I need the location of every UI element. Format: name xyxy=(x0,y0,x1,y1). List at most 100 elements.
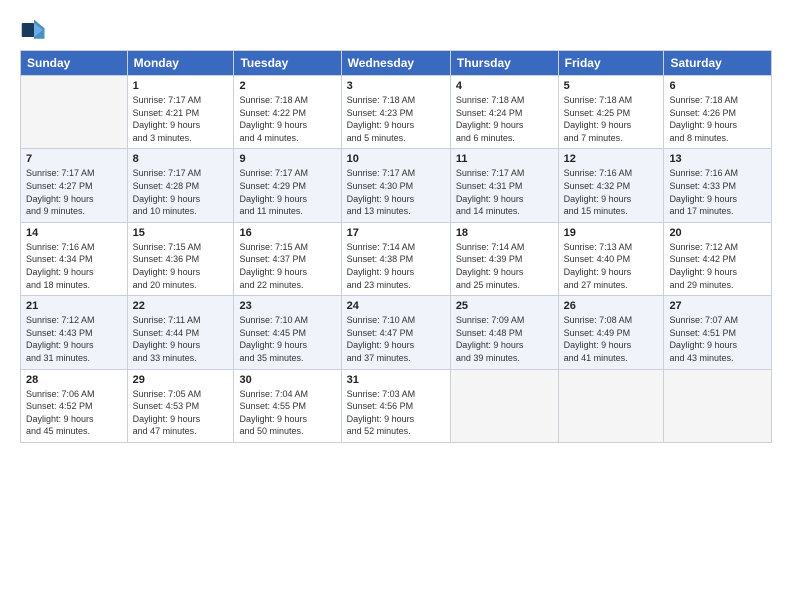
day-number: 25 xyxy=(456,300,553,312)
day-number: 19 xyxy=(564,227,659,239)
header-day: Saturday xyxy=(664,51,772,76)
calendar-cell: 30 Sunrise: 7:04 AM Sunset: 4:55 PM Dayli… xyxy=(234,369,341,442)
calendar-cell: 24 Sunrise: 7:10 AM Sunset: 4:47 PM Dayli… xyxy=(341,296,450,369)
cell-content: Sunrise: 7:18 AM Sunset: 4:26 PM Dayligh… xyxy=(669,94,766,144)
cell-content: Sunrise: 7:14 AM Sunset: 4:39 PM Dayligh… xyxy=(456,241,553,291)
day-number: 29 xyxy=(133,374,229,386)
calendar-cell: 2 Sunrise: 7:18 AM Sunset: 4:22 PM Daylig… xyxy=(234,76,341,149)
cell-content: Sunrise: 7:10 AM Sunset: 4:47 PM Dayligh… xyxy=(347,314,445,364)
cell-content: Sunrise: 7:18 AM Sunset: 4:25 PM Dayligh… xyxy=(564,94,659,144)
cell-content: Sunrise: 7:15 AM Sunset: 4:37 PM Dayligh… xyxy=(239,241,335,291)
day-number: 17 xyxy=(347,227,445,239)
header xyxy=(20,16,772,44)
day-number: 1 xyxy=(133,80,229,92)
cell-content: Sunrise: 7:17 AM Sunset: 4:30 PM Dayligh… xyxy=(347,167,445,217)
cell-content: Sunrise: 7:18 AM Sunset: 4:23 PM Dayligh… xyxy=(347,94,445,144)
header-day: Wednesday xyxy=(341,51,450,76)
logo-icon xyxy=(20,16,48,44)
calendar-cell: 27 Sunrise: 7:07 AM Sunset: 4:51 PM Dayli… xyxy=(664,296,772,369)
calendar-cell: 13 Sunrise: 7:16 AM Sunset: 4:33 PM Dayli… xyxy=(664,149,772,222)
cell-content: Sunrise: 7:08 AM Sunset: 4:49 PM Dayligh… xyxy=(564,314,659,364)
calendar-week-row: 1 Sunrise: 7:17 AM Sunset: 4:21 PM Daylig… xyxy=(21,76,772,149)
day-number: 10 xyxy=(347,153,445,165)
calendar-cell: 20Sunrise: 7:12 AM Sunset: 4:42 PM Dayli… xyxy=(664,222,772,295)
cell-content: Sunrise: 7:18 AM Sunset: 4:22 PM Dayligh… xyxy=(239,94,335,144)
day-number: 12 xyxy=(564,153,659,165)
day-number: 26 xyxy=(564,300,659,312)
cell-content: Sunrise: 7:15 AM Sunset: 4:36 PM Dayligh… xyxy=(133,241,229,291)
cell-content: Sunrise: 7:07 AM Sunset: 4:51 PM Dayligh… xyxy=(669,314,766,364)
day-number: 3 xyxy=(347,80,445,92)
calendar-cell xyxy=(558,369,664,442)
cell-content: Sunrise: 7:11 AM Sunset: 4:44 PM Dayligh… xyxy=(133,314,229,364)
day-number: 28 xyxy=(26,374,122,386)
day-number: 5 xyxy=(564,80,659,92)
day-number: 24 xyxy=(347,300,445,312)
cell-content: Sunrise: 7:17 AM Sunset: 4:31 PM Dayligh… xyxy=(456,167,553,217)
cell-content: Sunrise: 7:12 AM Sunset: 4:42 PM Dayligh… xyxy=(669,241,766,291)
cell-content: Sunrise: 7:04 AM Sunset: 4:55 PM Dayligh… xyxy=(239,388,335,438)
day-number: 23 xyxy=(239,300,335,312)
day-number: 30 xyxy=(239,374,335,386)
day-number: 31 xyxy=(347,374,445,386)
calendar-cell: 5 Sunrise: 7:18 AM Sunset: 4:25 PM Daylig… xyxy=(558,76,664,149)
calendar-table: SundayMondayTuesdayWednesdayThursdayFrid… xyxy=(20,50,772,443)
calendar-cell: 23 Sunrise: 7:10 AM Sunset: 4:45 PM Dayli… xyxy=(234,296,341,369)
header-day: Thursday xyxy=(450,51,558,76)
calendar-cell xyxy=(21,76,128,149)
calendar-cell: 18 Sunrise: 7:14 AM Sunset: 4:39 PM Dayli… xyxy=(450,222,558,295)
calendar-cell: 7Sunrise: 7:17 AM Sunset: 4:27 PM Daylig… xyxy=(21,149,128,222)
calendar-cell: 21Sunrise: 7:12 AM Sunset: 4:43 PM Dayli… xyxy=(21,296,128,369)
calendar-cell: 19 Sunrise: 7:13 AM Sunset: 4:40 PM Dayli… xyxy=(558,222,664,295)
cell-content: Sunrise: 7:16 AM Sunset: 4:32 PM Dayligh… xyxy=(564,167,659,217)
cell-content: Sunrise: 7:18 AM Sunset: 4:24 PM Dayligh… xyxy=(456,94,553,144)
day-number: 18 xyxy=(456,227,553,239)
cell-content: Sunrise: 7:17 AM Sunset: 4:28 PM Dayligh… xyxy=(133,167,229,217)
header-day: Monday xyxy=(127,51,234,76)
cell-content: Sunrise: 7:09 AM Sunset: 4:48 PM Dayligh… xyxy=(456,314,553,364)
calendar-cell: 22 Sunrise: 7:11 AM Sunset: 4:44 PM Dayli… xyxy=(127,296,234,369)
cell-content: Sunrise: 7:16 AM Sunset: 4:34 PM Dayligh… xyxy=(26,241,122,291)
calendar-cell: 12 Sunrise: 7:16 AM Sunset: 4:32 PM Dayli… xyxy=(558,149,664,222)
day-number: 9 xyxy=(239,153,335,165)
cell-content: Sunrise: 7:16 AM Sunset: 4:33 PM Dayligh… xyxy=(669,167,766,217)
day-number: 4 xyxy=(456,80,553,92)
cell-content: Sunrise: 7:12 AM Sunset: 4:43 PM Dayligh… xyxy=(26,314,122,364)
page: SundayMondayTuesdayWednesdayThursdayFrid… xyxy=(0,0,792,453)
day-number: 22 xyxy=(133,300,229,312)
calendar-cell: 14Sunrise: 7:16 AM Sunset: 4:34 PM Dayli… xyxy=(21,222,128,295)
calendar-body: 1 Sunrise: 7:17 AM Sunset: 4:21 PM Daylig… xyxy=(21,76,772,443)
calendar-week-row: 14Sunrise: 7:16 AM Sunset: 4:34 PM Dayli… xyxy=(21,222,772,295)
calendar-cell: 10 Sunrise: 7:17 AM Sunset: 4:30 PM Dayli… xyxy=(341,149,450,222)
day-number: 6 xyxy=(669,80,766,92)
day-number: 27 xyxy=(669,300,766,312)
calendar-cell: 4 Sunrise: 7:18 AM Sunset: 4:24 PM Daylig… xyxy=(450,76,558,149)
header-row: SundayMondayTuesdayWednesdayThursdayFrid… xyxy=(21,51,772,76)
calendar-week-row: 21Sunrise: 7:12 AM Sunset: 4:43 PM Dayli… xyxy=(21,296,772,369)
calendar-cell xyxy=(664,369,772,442)
cell-content: Sunrise: 7:17 AM Sunset: 4:21 PM Dayligh… xyxy=(133,94,229,144)
calendar-cell: 3 Sunrise: 7:18 AM Sunset: 4:23 PM Daylig… xyxy=(341,76,450,149)
day-number: 15 xyxy=(133,227,229,239)
calendar-header: SundayMondayTuesdayWednesdayThursdayFrid… xyxy=(21,51,772,76)
cell-content: Sunrise: 7:17 AM Sunset: 4:29 PM Dayligh… xyxy=(239,167,335,217)
calendar-cell: 1 Sunrise: 7:17 AM Sunset: 4:21 PM Daylig… xyxy=(127,76,234,149)
calendar-cell: 15 Sunrise: 7:15 AM Sunset: 4:36 PM Dayli… xyxy=(127,222,234,295)
header-day: Sunday xyxy=(21,51,128,76)
calendar-cell: 29 Sunrise: 7:05 AM Sunset: 4:53 PM Dayli… xyxy=(127,369,234,442)
day-number: 2 xyxy=(239,80,335,92)
day-number: 16 xyxy=(239,227,335,239)
calendar-cell: 11Sunrise: 7:17 AM Sunset: 4:31 PM Dayli… xyxy=(450,149,558,222)
calendar-cell xyxy=(450,369,558,442)
cell-content: Sunrise: 7:17 AM Sunset: 4:27 PM Dayligh… xyxy=(26,167,122,217)
day-number: 13 xyxy=(669,153,766,165)
calendar-cell: 31 Sunrise: 7:03 AM Sunset: 4:56 PM Dayli… xyxy=(341,369,450,442)
calendar-cell: 17 Sunrise: 7:14 AM Sunset: 4:38 PM Dayli… xyxy=(341,222,450,295)
cell-content: Sunrise: 7:03 AM Sunset: 4:56 PM Dayligh… xyxy=(347,388,445,438)
cell-content: Sunrise: 7:10 AM Sunset: 4:45 PM Dayligh… xyxy=(239,314,335,364)
calendar-cell: 9 Sunrise: 7:17 AM Sunset: 4:29 PM Daylig… xyxy=(234,149,341,222)
cell-content: Sunrise: 7:13 AM Sunset: 4:40 PM Dayligh… xyxy=(564,241,659,291)
calendar-week-row: 7Sunrise: 7:17 AM Sunset: 4:27 PM Daylig… xyxy=(21,149,772,222)
cell-content: Sunrise: 7:14 AM Sunset: 4:38 PM Dayligh… xyxy=(347,241,445,291)
cell-content: Sunrise: 7:05 AM Sunset: 4:53 PM Dayligh… xyxy=(133,388,229,438)
